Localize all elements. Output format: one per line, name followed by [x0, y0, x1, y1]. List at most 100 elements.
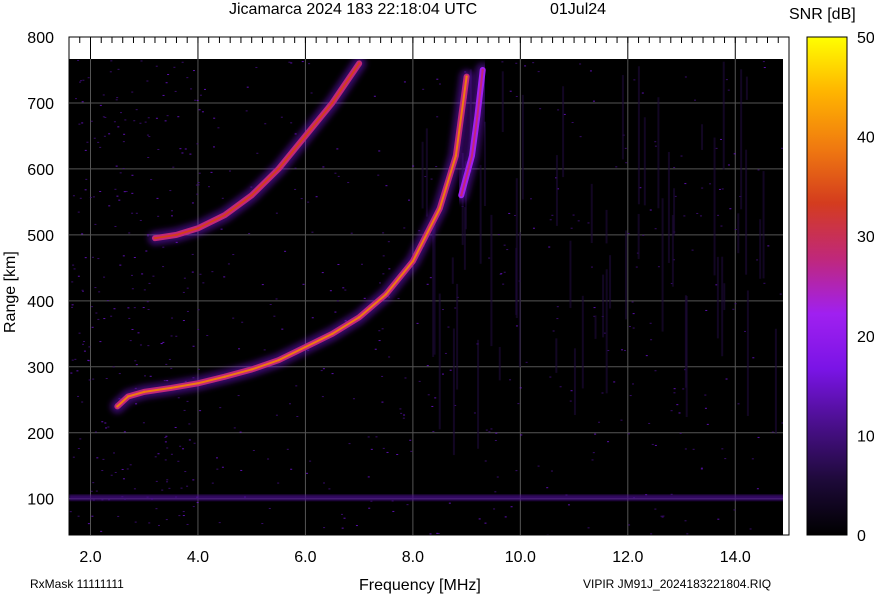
- noise-dot: [114, 188, 117, 190]
- noise-dot: [733, 153, 736, 155]
- noise-dot: [320, 370, 323, 372]
- noise-dot: [196, 143, 199, 145]
- noise-dot: [286, 448, 289, 450]
- noise-dot: [334, 311, 337, 313]
- noise-dot: [198, 109, 201, 111]
- noise-dot: [192, 70, 195, 72]
- noise-dot: [170, 335, 173, 337]
- colorbar-tick-label: 30: [857, 229, 874, 246]
- noise-dot: [168, 358, 171, 360]
- noise-dot: [128, 317, 131, 319]
- noise-dot: [328, 488, 331, 490]
- noise-dot: [97, 141, 100, 143]
- noise-dot: [264, 123, 267, 125]
- noise-dot: [771, 431, 774, 433]
- noise-dot: [76, 370, 79, 372]
- y-tick-label: 100: [27, 492, 54, 509]
- noise-dot: [83, 350, 86, 352]
- noise-dot: [321, 396, 324, 398]
- noise-dot: [122, 255, 125, 257]
- noise-streak: [605, 269, 608, 394]
- noise-dot: [648, 422, 651, 424]
- noise-dot: [532, 227, 535, 229]
- noise-dot: [183, 409, 186, 411]
- noise-dot: [288, 403, 291, 405]
- noise-dot: [220, 228, 223, 230]
- colorbar-tick-label: 10: [857, 428, 874, 445]
- noise-dot: [129, 340, 132, 342]
- noise-dot: [704, 407, 707, 409]
- noise-dot: [197, 368, 200, 370]
- noise-dot: [642, 234, 645, 236]
- noise-dot: [82, 290, 85, 292]
- trace-point: [438, 207, 441, 210]
- noise-dot: [88, 379, 91, 381]
- noise-dot: [95, 312, 98, 314]
- noise-dot: [196, 502, 199, 504]
- noise-dot: [195, 184, 198, 186]
- noise-dot: [537, 71, 540, 73]
- noise-dot: [587, 222, 590, 224]
- noise-dot: [210, 171, 213, 173]
- noise-dot: [613, 381, 616, 383]
- noise-dot: [196, 99, 199, 101]
- noise-dot: [122, 141, 125, 143]
- x-tick-label: 12.0: [612, 549, 643, 566]
- noise-dot: [589, 70, 592, 72]
- noise-dot: [294, 133, 297, 135]
- trace-point: [153, 236, 157, 240]
- noise-dot: [115, 165, 118, 167]
- noise-dot: [74, 358, 77, 360]
- noise-dot: [490, 428, 493, 430]
- noise-dot: [767, 245, 770, 247]
- noise-dot: [355, 525, 358, 527]
- noise-dot: [650, 339, 653, 341]
- noise-dot: [281, 328, 284, 330]
- noise-dot: [154, 456, 157, 458]
- noise-dot: [227, 263, 230, 265]
- noise-streak: [745, 76, 748, 100]
- noise-dot: [499, 273, 502, 275]
- trace-point: [169, 386, 173, 390]
- noise-dot: [733, 509, 736, 511]
- noise-dot: [473, 412, 476, 414]
- noise-dot: [94, 223, 97, 225]
- noise-dot: [520, 434, 523, 436]
- trace-point: [143, 390, 146, 394]
- noise-streak: [759, 219, 762, 279]
- noise-dot: [598, 421, 601, 423]
- noise-dot: [615, 166, 618, 168]
- noise-dot: [78, 332, 81, 334]
- noise-dot: [162, 94, 165, 96]
- noise-dot: [103, 318, 106, 320]
- noise-dot: [301, 61, 304, 63]
- noise-dot: [87, 359, 90, 361]
- noise-dot: [192, 345, 195, 347]
- noise-dot: [692, 448, 695, 450]
- noise-dot: [108, 133, 111, 135]
- noise-dot: [216, 468, 219, 470]
- noise-dot: [87, 77, 90, 79]
- noise-dot: [177, 460, 180, 462]
- noise-dot: [92, 378, 95, 380]
- noise-dot: [96, 457, 99, 459]
- noise-dot: [341, 513, 344, 515]
- noise-dot: [155, 65, 158, 67]
- noise-dot: [515, 95, 518, 97]
- noise-dot: [117, 515, 120, 517]
- colorbar-tick-label: 20: [857, 329, 874, 346]
- noise-dot: [155, 480, 158, 482]
- noise-dot: [100, 530, 103, 532]
- noise-dot: [631, 301, 634, 303]
- noise-dot: [112, 366, 115, 368]
- noise-dot: [71, 304, 74, 306]
- trace-point: [277, 167, 280, 171]
- noise-dot: [607, 441, 610, 443]
- noise-dot: [72, 456, 75, 458]
- noise-dot: [139, 344, 142, 346]
- noise-dot: [233, 427, 236, 429]
- noise-dot: [323, 482, 326, 484]
- noise-dot: [196, 193, 199, 195]
- noise-dot: [718, 188, 721, 190]
- chart-date: 01Jul24: [550, 1, 606, 18]
